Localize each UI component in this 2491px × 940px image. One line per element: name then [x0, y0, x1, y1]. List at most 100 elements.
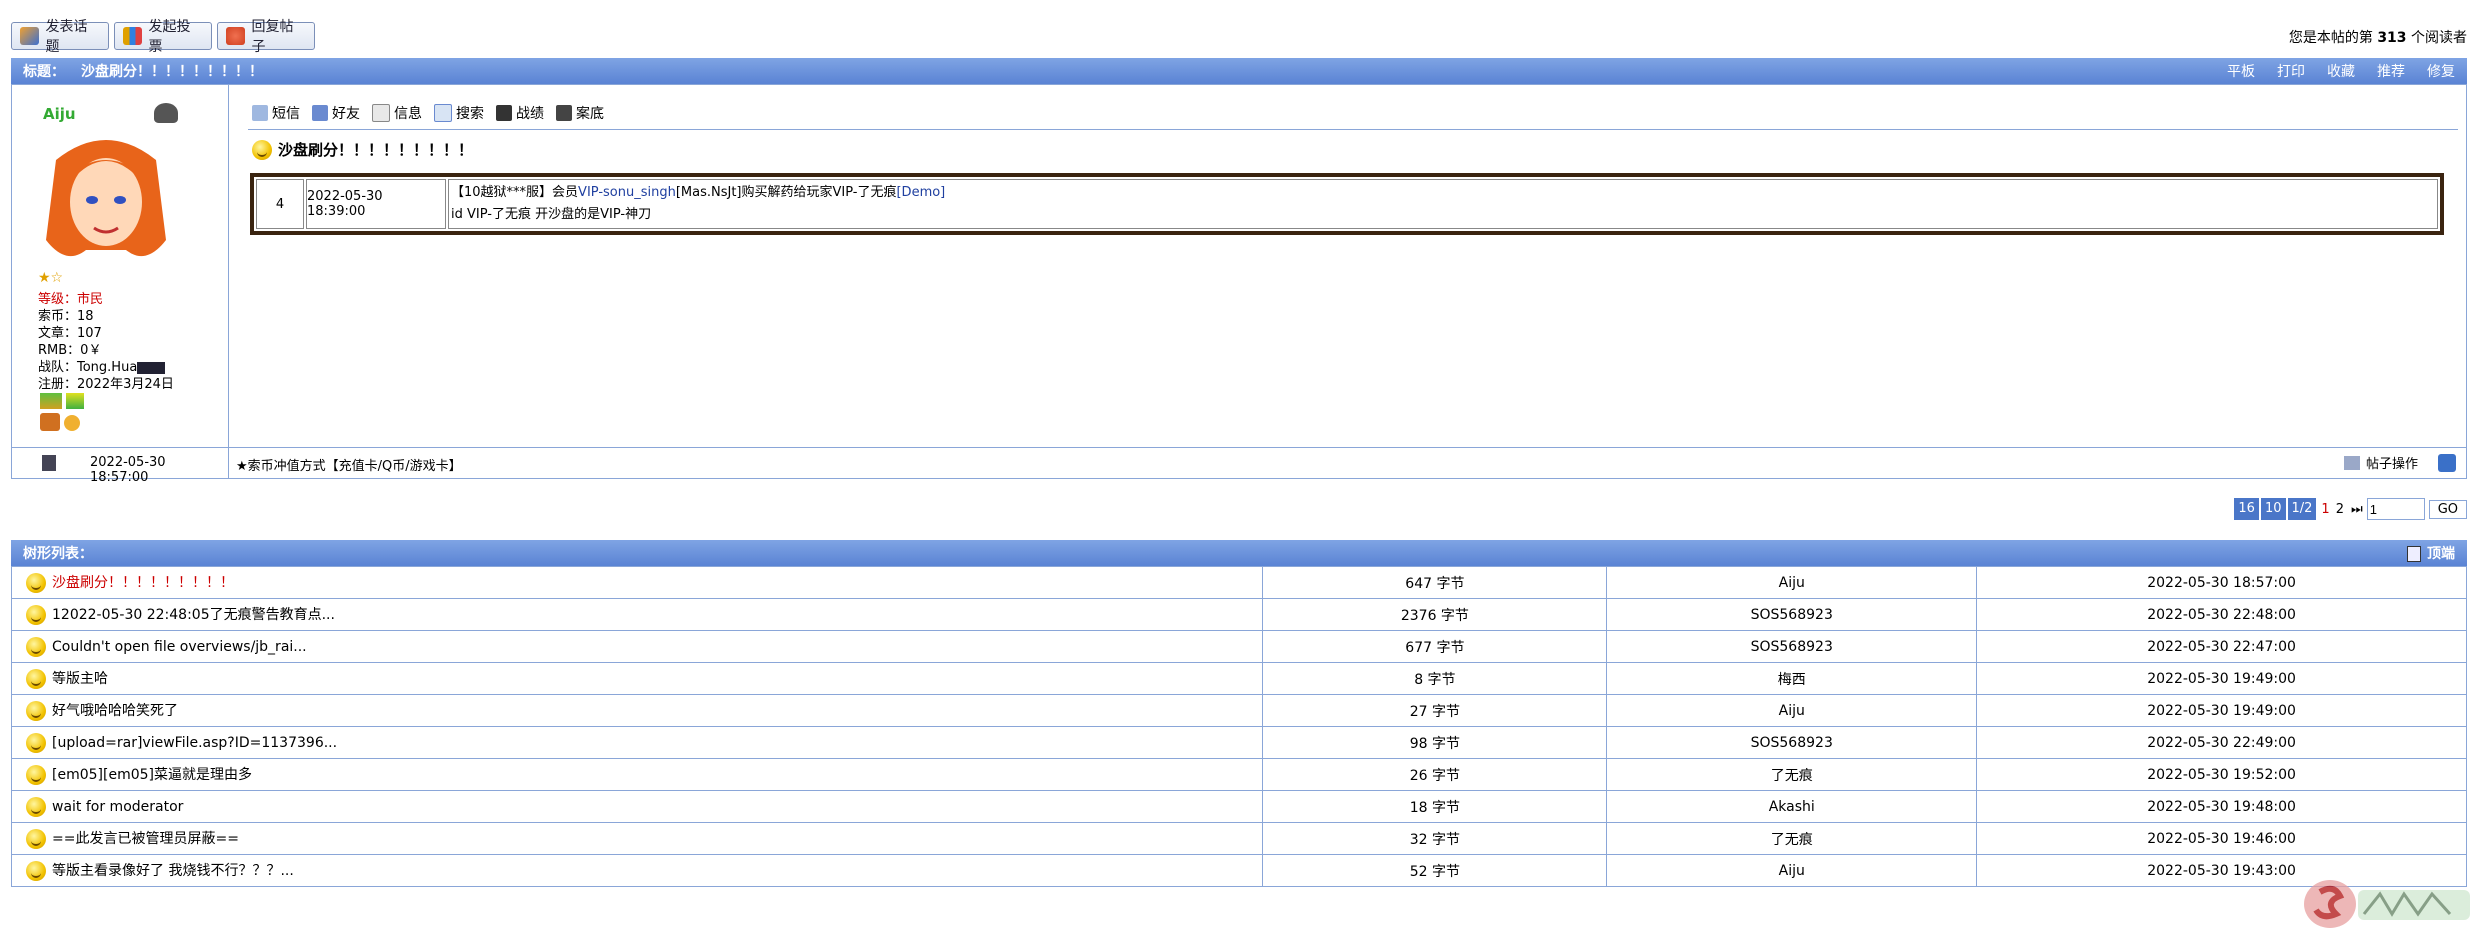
- tree-row-title[interactable]: 12022-05-30 22:48:05了无痕警告教育点...: [10, 598, 1264, 631]
- tree-list-actions: 顶端: [2407, 543, 2455, 563]
- tree-row[interactable]: 12022-05-30 22:48:05了无痕警告教育点... 2376 字节 SO…: [10, 598, 2467, 631]
- top-link[interactable]: 顶端: [2407, 543, 2455, 563]
- tree-row-author[interactable]: SOS568923: [1606, 630, 1978, 663]
- author-level: 等级：市民: [38, 292, 104, 307]
- tree-row[interactable]: wait for moderator 18 字节 Akashi 2022-05-30 …: [10, 790, 2467, 823]
- tool-search[interactable]: 搜索: [434, 103, 484, 123]
- log-message: 【10越狱***服】会员VIP-sonu_singh[Mas.NsJt]购买解药…: [448, 179, 2438, 229]
- tree-row-author[interactable]: Aiju: [1606, 566, 1978, 599]
- topic-actions: 平板 打印 收藏 推荐 修复: [2227, 61, 2455, 81]
- smiley-icon: [26, 669, 46, 689]
- page-2[interactable]: 2: [2336, 502, 2344, 517]
- action-print[interactable]: 打印: [2277, 61, 2305, 81]
- new-poll-button[interactable]: 发起投票: [114, 19, 212, 55]
- envelope-icon: [252, 105, 268, 121]
- action-recommend[interactable]: 推荐: [2377, 61, 2405, 81]
- action-favorite[interactable]: 收藏: [2327, 61, 2355, 81]
- tool-friend[interactable]: 好友: [312, 103, 360, 123]
- tree-row[interactable]: 好气哦哈哈哈笑死了 27 字节 Aiju 2022-05-30 19:49:00: [10, 694, 2467, 727]
- log-line-1: 【10越狱***服】会员VIP-sonu_singh[Mas.NsJt]购买解药…: [451, 185, 946, 200]
- tree-row-author[interactable]: 了无痕: [1606, 822, 1978, 855]
- tree-row-size: 2376 字节: [1262, 598, 1608, 631]
- action-tablet[interactable]: 平板: [2227, 61, 2255, 81]
- author-team: 战队：Tong.Hua: [38, 359, 174, 376]
- tree-row-time: 2022-05-30 19:49:00: [1976, 662, 2467, 695]
- tree-row[interactable]: [em05][em05]菜逼就是理由多 26 字节 了无痕 2022-05-30 19…: [10, 758, 2467, 791]
- tree-row-title[interactable]: 沙盘刷分！！！！！！！！！: [10, 566, 1264, 599]
- tree-row-size: 647 字节: [1262, 566, 1608, 599]
- author-column: Aiju ★☆ 等级：市民 索币：18 文章：107 RMB：0￥ 战队：Ton…: [12, 85, 229, 447]
- tree-row-title[interactable]: [em05][em05]菜逼就是理由多: [10, 758, 1264, 791]
- author-posts: 文章：107: [38, 326, 102, 341]
- tree-row-title[interactable]: 等版主哈: [10, 662, 1264, 695]
- tree-row-size: 677 字节: [1262, 630, 1608, 663]
- signature: ★索币冲值方式【充值卡/Q币/游戏卡】: [236, 459, 462, 474]
- tree-row[interactable]: ==此发言已被管理员屏蔽== 32 字节 了无痕 2022-05-30 19:46:0…: [10, 822, 2467, 855]
- soldier-icon: [496, 105, 512, 121]
- post-title: 沙盘刷分！！！！！！！！！: [252, 139, 473, 160]
- tree-row-size: 18 字节: [1262, 790, 1608, 823]
- tool-info[interactable]: 信息: [372, 103, 422, 123]
- post-ops[interactable]: 帖子操作: [2343, 453, 2456, 472]
- new-topic-button[interactable]: 发表话题: [11, 19, 109, 55]
- smiley-icon: [26, 796, 46, 817]
- tree-row-author[interactable]: SOS568923: [1606, 726, 1978, 759]
- rank-stars: ★☆: [38, 270, 64, 286]
- tree-row-title[interactable]: 好气哦哈哈哈笑死了: [10, 694, 1264, 727]
- team-badge-icon: [137, 361, 166, 374]
- author-name[interactable]: Aiju: [43, 105, 76, 123]
- post-time: 2022-05-30 18:57:00: [90, 455, 166, 485]
- tree-row-author[interactable]: 梅西: [1606, 662, 1978, 695]
- log-demo-link[interactable]: [Demo]: [896, 185, 945, 200]
- smiley-icon: [26, 605, 46, 625]
- reader-count-text: 您是本帖的第 313 个阅读者: [2288, 30, 2467, 46]
- smiley-icon: [26, 573, 46, 593]
- tree-row[interactable]: 等版主哈 8 字节 梅西 2022-05-30 19:49:00: [10, 662, 2467, 695]
- tree-row[interactable]: Couldn't open file overviews/jb_rai... 67…: [10, 630, 2467, 663]
- tree-row[interactable]: 沙盘刷分！！！！！！！！！ 647 字节 Aiju 2022-05-30 18:57:…: [10, 566, 2467, 599]
- tree-row[interactable]: 等版主看录像好了 我烧钱不行？？？... 52 字节 Aiju 2022-05-30 …: [10, 854, 2467, 887]
- go-button[interactable]: GO: [2428, 499, 2467, 519]
- tree-row-size: 98 字节: [1262, 726, 1608, 759]
- smiley-icon: [252, 139, 272, 160]
- log-user-link[interactable]: VIP-sonu_singh: [578, 185, 676, 200]
- tree-row-author[interactable]: Aiju: [1606, 854, 1978, 887]
- tool-message[interactable]: 短信: [252, 103, 300, 123]
- tree-row-title[interactable]: [upload=rar]viewFile.asp?ID=1137396...: [10, 726, 1264, 759]
- log-index: 4: [256, 179, 304, 229]
- tree-row-time: 2022-05-30 19:52:00: [1976, 758, 2467, 791]
- tree-row-time: 2022-05-30 18:57:00: [1976, 566, 2467, 599]
- online-status-icon: [154, 103, 178, 123]
- tree-row-title[interactable]: Couldn't open file overviews/jb_rai...: [10, 630, 1264, 663]
- tree-row-title[interactable]: wait for moderator: [10, 790, 1264, 823]
- page-1[interactable]: 1: [2321, 502, 2329, 517]
- tree-row-author[interactable]: Aiju: [1606, 694, 1978, 727]
- tree-row-time: 2022-05-30 19:46:00: [1976, 822, 2467, 855]
- tree-row-author[interactable]: Akashi: [1606, 790, 1978, 823]
- tree-row-time: 2022-05-30 22:47:00: [1976, 630, 2467, 663]
- tree-row-author[interactable]: SOS568923: [1606, 598, 1978, 631]
- tree-row-time: 2022-05-30 22:48:00: [1976, 598, 2467, 631]
- tree-row-size: 27 字节: [1262, 694, 1608, 727]
- log-time: 2022-05-30 18:39:00: [306, 179, 446, 229]
- page-input[interactable]: [2366, 498, 2425, 520]
- help-icon[interactable]: [2438, 453, 2456, 472]
- post-content: 短信 好友 信息 搜索 战绩 案底 沙盘刷分！！！！！！！！！ 4 2022-0…: [236, 85, 2462, 447]
- action-repair[interactable]: 修复: [2427, 61, 2455, 81]
- tree-row-title[interactable]: 等版主看录像好了 我烧钱不行？？？...: [10, 854, 1264, 887]
- site-logo: [2300, 868, 2476, 936]
- tool-record[interactable]: 战绩: [496, 103, 544, 123]
- tree-list-label: 树形列表：: [23, 546, 93, 562]
- tree-row-title[interactable]: ==此发言已被管理员屏蔽==: [10, 822, 1264, 855]
- tree-row[interactable]: [upload=rar]viewFile.asp?ID=1137396... 98…: [10, 726, 2467, 759]
- avatar[interactable]: [36, 130, 176, 266]
- last-page-icon[interactable]: ⏭: [2351, 502, 2363, 517]
- reply-icon: [226, 27, 246, 45]
- tool-history[interactable]: 案底: [556, 103, 604, 123]
- tree-row-author[interactable]: 了无痕: [1606, 758, 1978, 791]
- smiley-icon: [26, 829, 46, 849]
- post-panel: Aiju ★☆ 等级：市民 索币：18 文章：107 RMB：0￥ 战队：Ton…: [11, 84, 2467, 448]
- ops-icon: [2343, 455, 2360, 470]
- reply-button[interactable]: 回复帖子: [217, 19, 315, 55]
- medal-icon: [40, 393, 62, 409]
